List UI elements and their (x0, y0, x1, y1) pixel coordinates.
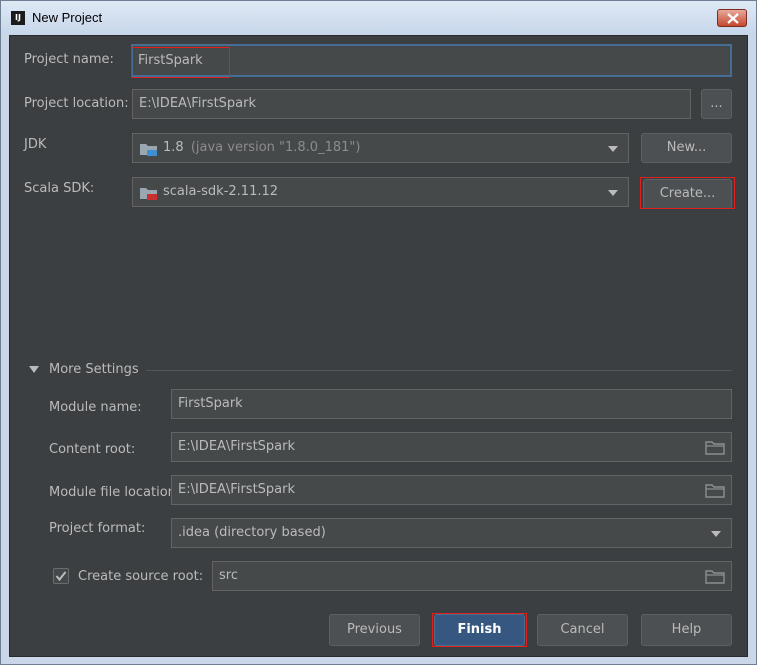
new-jdk-button[interactable]: New... (641, 133, 732, 163)
module-file-location-input[interactable]: E:\IDEA\FirstSpark (171, 475, 732, 505)
source-root-value: src (219, 568, 238, 583)
browse-location-button[interactable]: ... (701, 89, 732, 119)
jdk-folder-icon (140, 144, 157, 156)
window-title: New Project (32, 10, 103, 25)
jdk-label: JDK (24, 137, 47, 152)
close-icon (727, 13, 739, 24)
more-settings-toggle[interactable]: More Settings (49, 362, 139, 377)
folder-icon[interactable] (705, 482, 725, 498)
scala-sdk-select[interactable]: scala-sdk-2.11.12 (132, 177, 629, 207)
project-format-label: Project format: (49, 521, 146, 536)
project-format-value: .idea (directory based) (178, 525, 326, 540)
module-name-input[interactable]: FirstSpark (171, 389, 732, 419)
jdk-select[interactable]: 1.8 (java version "1.8.0_181") (132, 133, 629, 163)
close-button[interactable] (717, 9, 747, 27)
content-root-input[interactable]: E:\IDEA\FirstSpark (171, 432, 732, 462)
jdk-version: 1.8 (163, 140, 184, 155)
dialog-content: Project name: FirstSpark Project locatio… (9, 35, 748, 657)
project-location-input[interactable]: E:\IDEA\FirstSpark (132, 89, 691, 119)
folder-icon[interactable] (705, 568, 725, 584)
content-root-value: E:\IDEA\FirstSpark (178, 439, 296, 454)
create-source-root-label[interactable]: Create source root: (78, 569, 203, 584)
more-settings-divider (146, 370, 732, 371)
chevron-down-icon (711, 531, 721, 537)
module-file-location-value: E:\IDEA\FirstSpark (178, 482, 296, 497)
chevron-down-icon (608, 146, 618, 152)
project-format-select[interactable]: .idea (directory based) (171, 518, 732, 548)
chevron-down-icon (608, 190, 618, 196)
project-location-label: Project location: (24, 96, 129, 111)
scala-sdk-label: Scala SDK: (24, 181, 95, 196)
previous-button[interactable]: Previous (329, 614, 420, 646)
content-root-label: Content root: (49, 442, 136, 457)
module-name-label: Module name: (49, 400, 142, 415)
project-name-highlight (131, 47, 230, 78)
collapse-triangle-icon[interactable] (29, 366, 39, 374)
create-button-highlight (640, 177, 735, 209)
create-source-root-checkbox[interactable] (53, 568, 69, 584)
folder-icon[interactable] (705, 439, 725, 455)
cancel-button[interactable]: Cancel (537, 614, 628, 646)
finish-button-highlight (432, 613, 527, 647)
jdk-detail: (java version "1.8.0_181") (190, 140, 361, 155)
source-root-input[interactable]: src (212, 561, 732, 591)
help-button[interactable]: Help (641, 614, 732, 646)
scala-folder-icon (140, 188, 157, 200)
scala-sdk-value: scala-sdk-2.11.12 (163, 184, 279, 199)
new-project-dialog: IJ New Project Project name: FirstSpark … (0, 0, 757, 665)
title-bar[interactable]: IJ New Project (1, 1, 756, 35)
module-file-location-label: Module file location: (49, 485, 181, 500)
intellij-icon: IJ (11, 11, 25, 25)
checkmark-icon (55, 571, 67, 582)
project-name-label: Project name: (24, 52, 114, 67)
